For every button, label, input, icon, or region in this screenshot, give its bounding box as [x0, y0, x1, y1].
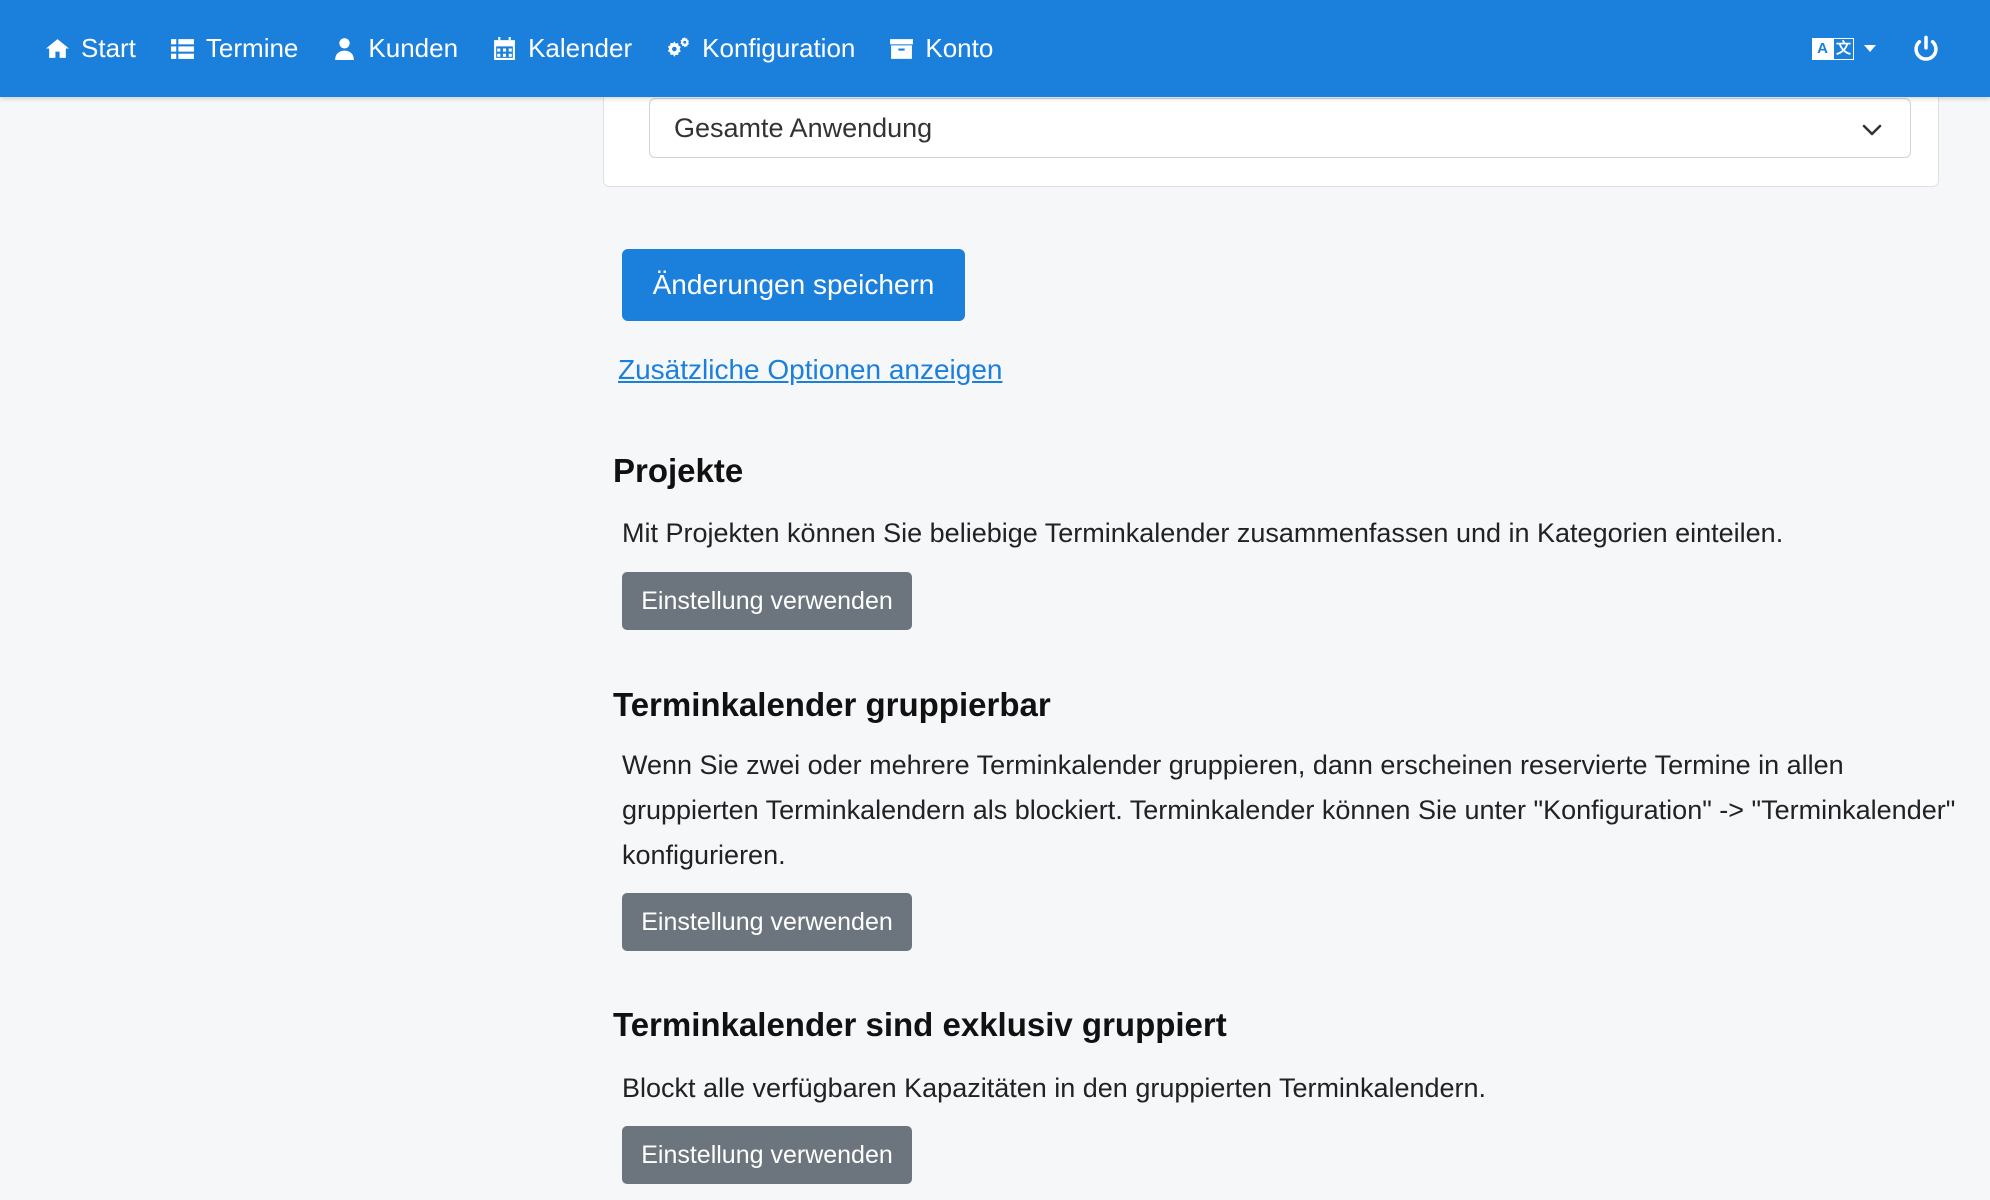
nav-item-konfiguration[interactable]: Konfiguration — [666, 33, 855, 64]
save-button[interactable]: Änderungen speichern — [622, 249, 965, 321]
logout-button[interactable] — [1912, 35, 1940, 63]
nav-item-konto[interactable]: Konto — [889, 33, 993, 64]
user-icon — [335, 38, 355, 60]
cogs-icon — [668, 37, 690, 57]
nav-item-label: Termine — [205, 33, 299, 63]
archive-icon — [890, 39, 914, 59]
section-description: Blockt alle verfügbaren Kapazitäten in d… — [622, 1073, 1487, 1103]
section-description: Wenn Sie zwei oder mehrere Terminkalende… — [622, 750, 1956, 870]
nav-menu: Start Termine Kunden Kalender Konfigurat… — [0, 33, 1027, 64]
nav-item-kunden[interactable]: Kunden — [332, 33, 458, 64]
more-options-link[interactable]: Zusätzliche Optionen anzeigen — [618, 354, 1002, 386]
language-dropdown[interactable]: A文 — [1812, 37, 1876, 60]
scope-select[interactable]: Gesamte Anwendung — [649, 98, 1911, 158]
section-title-terminkalender-gruppierbar: Terminkalender gruppierbar — [613, 686, 1051, 723]
home-icon — [46, 39, 69, 58]
nav-item-label: Konfiguration — [702, 33, 856, 63]
nav-item-label: Start — [81, 33, 136, 63]
chevron-down-icon — [1862, 124, 1882, 136]
use-setting-button[interactable]: Einstellung verwenden — [622, 1126, 912, 1184]
section-description: Mit Projekten können Sie beliebige Termi… — [622, 518, 1784, 548]
caret-down-icon — [1864, 45, 1876, 52]
nav-right: A文 — [1812, 0, 1940, 97]
nav-item-kalender[interactable]: Kalender — [492, 33, 632, 64]
nav-item-termine[interactable]: Termine — [170, 33, 298, 64]
nav-item-label: Kunden — [368, 33, 459, 63]
power-icon — [1914, 35, 1938, 61]
section-title-projekte: Projekte — [613, 452, 744, 489]
nav-item-label: Kalender — [528, 33, 633, 63]
use-setting-button[interactable]: Einstellung verwenden — [622, 572, 912, 630]
section-title-exklusiv-gruppiert: Terminkalender sind exklusiv gruppiert — [613, 1006, 1227, 1043]
use-setting-button[interactable]: Einstellung verwenden — [622, 893, 912, 951]
top-navbar: Start Termine Kunden Kalender Konfigurat… — [0, 0, 1990, 97]
scope-select-value: Gesamte Anwendung — [674, 113, 933, 143]
list-icon — [170, 39, 194, 59]
nav-item-start[interactable]: Start — [45, 33, 136, 64]
language-icon: A文 — [1812, 37, 1854, 60]
nav-item-label: Konto — [925, 33, 994, 63]
calendar-icon — [494, 37, 515, 60]
